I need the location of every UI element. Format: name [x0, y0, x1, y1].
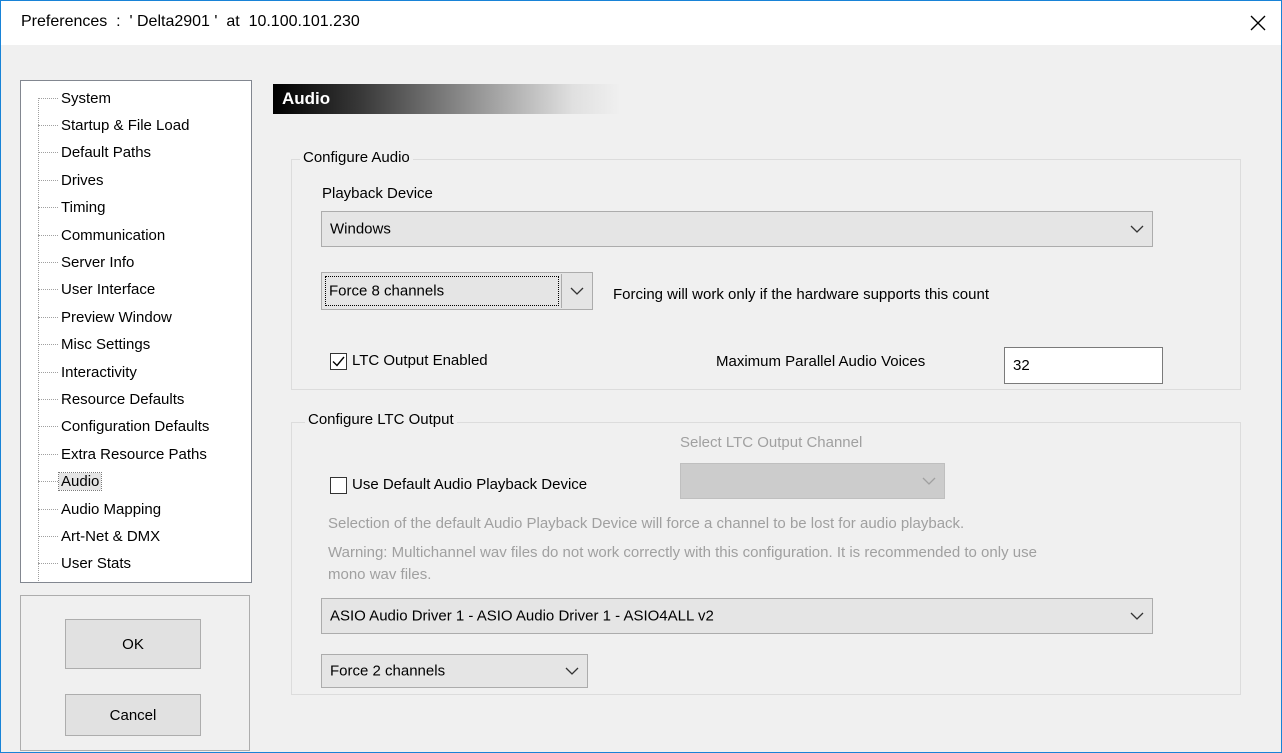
- dropdown-separator: [561, 274, 562, 308]
- nav-item-default-paths[interactable]: Default Paths: [38, 142, 153, 162]
- nav-item-configuration-defaults[interactable]: Configuration Defaults: [38, 416, 211, 436]
- nav-item-label: User Stats: [61, 554, 132, 572]
- audio-channels-value: Force 8 channels: [329, 282, 445, 300]
- chevron-down-icon: [565, 667, 579, 675]
- select-ltc-channel-label: Select LTC Output Channel: [680, 434, 863, 451]
- nav-item-communication[interactable]: Communication: [38, 225, 167, 245]
- chevron-down-icon: [922, 477, 936, 485]
- nav-item-user-stats[interactable]: User Stats: [38, 553, 133, 573]
- ltc-channels-dropdown[interactable]: Force 2 channels: [321, 654, 588, 688]
- nav-item-art-net-dmx[interactable]: Art-Net & DMX: [38, 526, 162, 546]
- nav-item-drives[interactable]: Drives: [38, 170, 106, 190]
- ltc-output-enabled-checkbox[interactable]: [330, 353, 347, 370]
- close-icon: [1250, 15, 1266, 31]
- nav-item-label: User Interface: [61, 280, 156, 298]
- window-title: Preferences : ' Delta2901 ' at 10.100.10…: [21, 13, 360, 30]
- ltc-driver-value: ASIO Audio Driver 1 - ASIO Audio Driver …: [330, 607, 714, 625]
- nav-item-label: Art-Net & DMX: [61, 527, 161, 545]
- nav-item-label: Server Info: [61, 253, 135, 271]
- nav-item-label: Interactivity: [61, 363, 137, 381]
- configure-audio-group-label: Configure Audio: [300, 149, 413, 166]
- nav-item-label: Drives: [61, 171, 104, 189]
- playback-device-label: Playback Device: [322, 185, 433, 202]
- preferences-nav-tree[interactable]: System Startup & File Load Default Paths…: [20, 80, 252, 583]
- nav-item-timing[interactable]: Timing: [38, 197, 107, 217]
- nav-item-label: Audio: [57, 471, 103, 491]
- preferences-window: Preferences : ' Delta2901 ' at 10.100.10…: [0, 0, 1282, 753]
- chevron-down-icon: [1130, 225, 1144, 233]
- nav-item-resource-defaults[interactable]: Resource Defaults: [38, 389, 186, 409]
- ok-button[interactable]: OK: [65, 619, 201, 669]
- nav-item-extra-resource-paths[interactable]: Extra Resource Paths: [38, 444, 209, 464]
- multichannel-warning-line1: Warning: Multichannel wav files do not w…: [328, 544, 1037, 561]
- playback-device-value: Windows: [330, 220, 391, 238]
- nav-item-label: Default Paths: [61, 143, 152, 161]
- title-bar: Preferences : ' Delta2901 ' at 10.100.10…: [1, 1, 1281, 45]
- nav-item-label: Resource Defaults: [61, 390, 185, 408]
- use-default-device-checkbox[interactable]: [330, 477, 347, 494]
- audio-channels-dropdown[interactable]: Force 8 channels: [321, 272, 593, 310]
- nav-item-system[interactable]: System: [38, 88, 113, 108]
- nav-item-label: Communication: [61, 226, 166, 244]
- nav-item-preview-window[interactable]: Preview Window: [38, 307, 174, 327]
- chevron-down-icon: [1130, 612, 1144, 620]
- nav-item-interactivity[interactable]: Interactivity: [38, 362, 139, 382]
- ltc-output-channel-dropdown[interactable]: [680, 463, 945, 499]
- section-header: Audio: [273, 84, 873, 114]
- nav-item-misc-settings[interactable]: Misc Settings: [38, 334, 152, 354]
- nav-item-label: Misc Settings: [61, 335, 151, 353]
- configure-ltc-group-label: Configure LTC Output: [305, 411, 457, 428]
- nav-item-audio[interactable]: Audio: [38, 471, 103, 491]
- nav-item-label: System: [61, 89, 112, 107]
- nav-item-label: Extra Resource Paths: [61, 445, 207, 463]
- use-default-device-label: Use Default Audio Playback Device: [352, 476, 588, 493]
- nav-item-label: Audio Mapping: [61, 500, 162, 518]
- max-voices-input[interactable]: 32: [1004, 347, 1163, 384]
- default-device-note: Selection of the default Audio Playback …: [328, 515, 965, 532]
- checkmark-icon: [332, 356, 345, 367]
- close-button[interactable]: [1235, 1, 1281, 45]
- dialog-buttons-panel: OK Cancel: [20, 595, 250, 751]
- nav-item-label: Configuration Defaults: [61, 417, 210, 435]
- nav-item-label: Timing: [61, 198, 106, 216]
- channels-note: Forcing will work only if the hardware s…: [613, 286, 989, 303]
- ltc-channels-value: Force 2 channels: [330, 662, 446, 680]
- nav-item-audio-mapping[interactable]: Audio Mapping: [38, 499, 163, 519]
- section-title: Audio: [282, 89, 331, 108]
- cancel-button[interactable]: Cancel: [65, 694, 201, 736]
- nav-item-label: Preview Window: [61, 308, 172, 326]
- playback-device-dropdown[interactable]: Windows: [321, 211, 1153, 247]
- ltc-output-enabled-label: LTC Output Enabled: [352, 352, 488, 369]
- nav-item-startup-file-load[interactable]: Startup & File Load: [38, 115, 191, 135]
- multichannel-warning-line2: mono wav files.: [328, 566, 432, 583]
- chevron-down-icon: [570, 287, 584, 295]
- nav-item-label: Startup & File Load: [61, 116, 190, 134]
- nav-item-user-interface[interactable]: User Interface: [38, 279, 157, 299]
- nav-item-server-info[interactable]: Server Info: [38, 252, 136, 272]
- ltc-driver-dropdown[interactable]: ASIO Audio Driver 1 - ASIO Audio Driver …: [321, 598, 1153, 634]
- max-voices-label: Maximum Parallel Audio Voices: [716, 353, 926, 370]
